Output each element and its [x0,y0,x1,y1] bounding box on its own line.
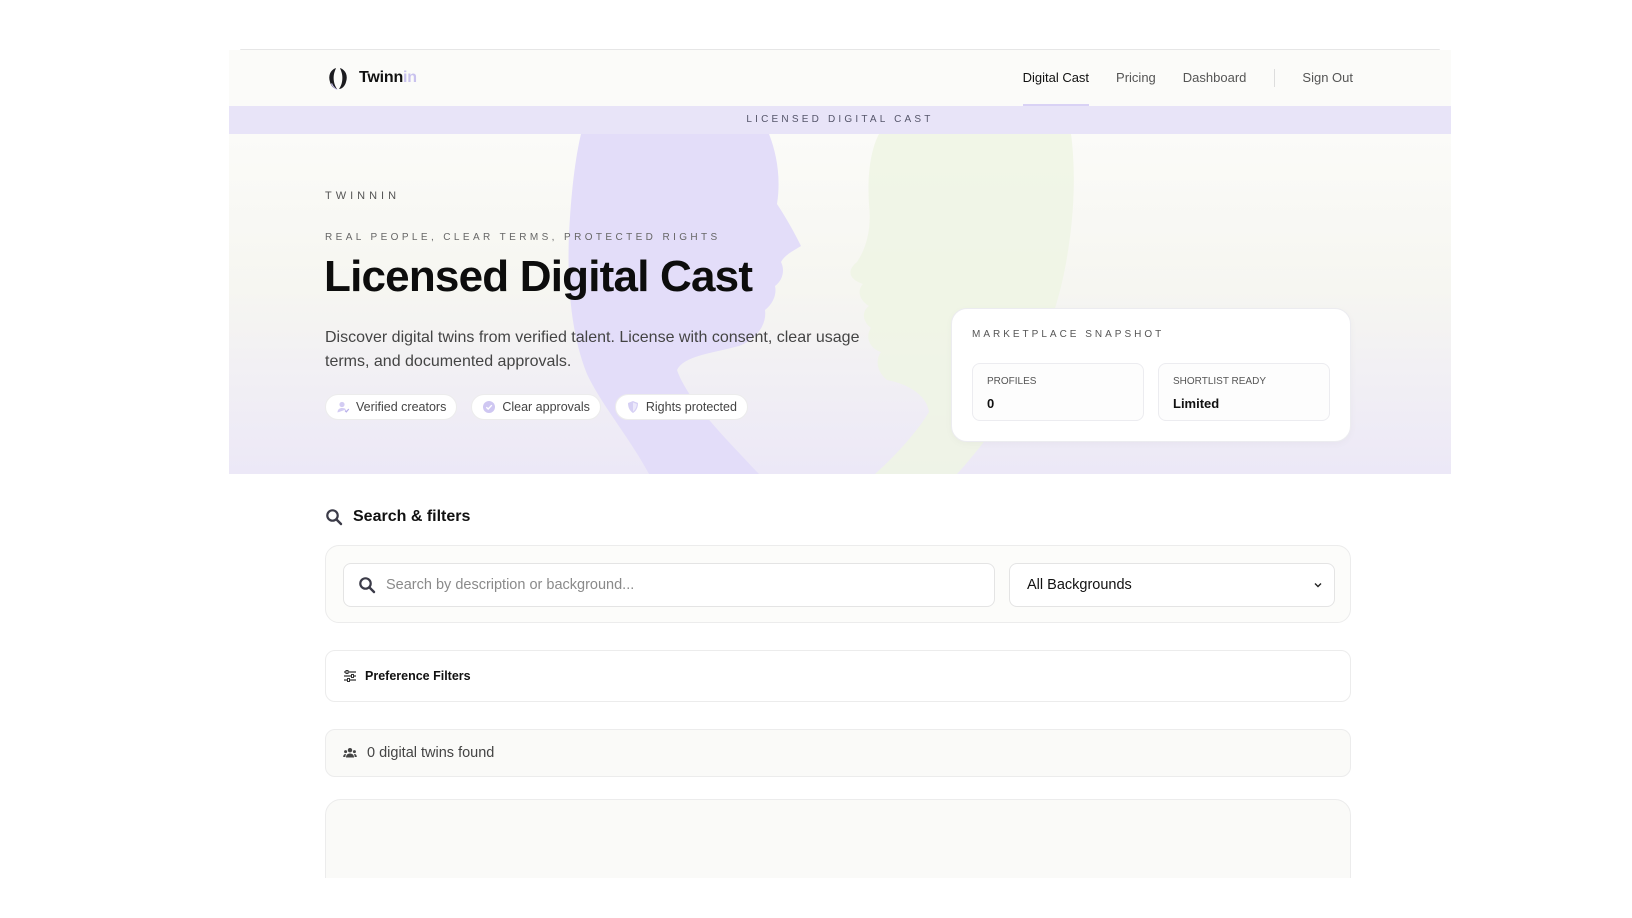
page-banner: LICENSED DIGITAL CAST [229,106,1451,134]
stat-label: PROFILES [987,376,1037,387]
chip-clear-approvals: Clear approvals [471,394,601,420]
background-select[interactable]: All Backgrounds [1009,563,1335,607]
preference-filters-label: Preference Filters [365,669,471,683]
nav-link-pricing[interactable]: Pricing [1116,50,1156,106]
sliders-icon [344,670,356,682]
nav-link-digital-cast[interactable]: Digital Cast [1022,50,1090,106]
search-input[interactable] [386,577,986,593]
search-icon [326,509,343,526]
marketplace-snapshot-card: MARKETPLACE SNAPSHOT PROFILES 0 SHORTLIS… [951,308,1351,442]
hero-description: Discover digital twins from verified tal… [325,329,860,370]
twinnin-logo-icon [329,68,347,90]
results-count-text: 0 digital twins found [367,745,495,761]
check-circle-icon [483,401,496,413]
hero-eyebrow: TWINNIN [325,190,401,202]
chip-label: Clear approvals [502,400,590,414]
stat-shortlist-ready: SHORTLIST READY Limited [1158,363,1330,421]
chip-rights-protected: Rights protected [614,394,748,420]
section-title: Search & filters [353,508,471,525]
verified-user-icon [337,401,350,413]
main-nav: Digital Cast Pricing Dashboard Sign Out [996,50,1353,106]
search-panel: All Backgrounds [325,545,1351,623]
background-select-value: All Backgrounds [1027,577,1132,593]
brand-logo[interactable]: Twinnin [325,64,417,92]
sign-out-link[interactable]: Sign Out [1302,50,1353,106]
results-count-bar: 0 digital twins found [325,729,1351,777]
chip-label: Rights protected [645,400,737,414]
results-grid-placeholder [325,799,1351,878]
search-box[interactable] [343,563,995,607]
browser-viewport: Twinnin Digital Cast Pricing Dashboard S… [229,50,1451,878]
shield-icon [627,401,638,413]
stat-value: Limited [1173,396,1220,411]
hero-section: TWINNIN REAL PEOPLE, CLEAR TERMS, PROTEC… [229,134,1451,474]
stat-label: SHORTLIST READY [1173,376,1266,387]
nav-link-dashboard[interactable]: Dashboard [1183,50,1247,106]
chip-verified-creators: Verified creators [325,394,458,420]
trust-badges: Verified creators Clear approvals Rights… [325,394,748,420]
hero-tagline: REAL PEOPLE, CLEAR TERMS, PROTECTED RIGH… [325,232,721,243]
users-icon [343,748,357,758]
preference-filters-toggle[interactable]: Preference Filters [325,650,1351,702]
stat-profiles: PROFILES 0 [972,363,1144,421]
brand-name: Twinnin [359,69,417,86]
top-navbar: Twinnin Digital Cast Pricing Dashboard S… [229,50,1451,106]
chip-label: Verified creators [356,400,447,414]
chevron-down-icon [1314,583,1322,588]
snapshot-title: MARKETPLACE SNAPSHOT [972,329,1165,340]
nav-divider [1274,69,1276,87]
stat-value: 0 [987,396,995,411]
page-title: Licensed Digital Cast [324,252,753,301]
search-section-heading: Search & filters [325,508,470,526]
search-icon [359,577,376,594]
